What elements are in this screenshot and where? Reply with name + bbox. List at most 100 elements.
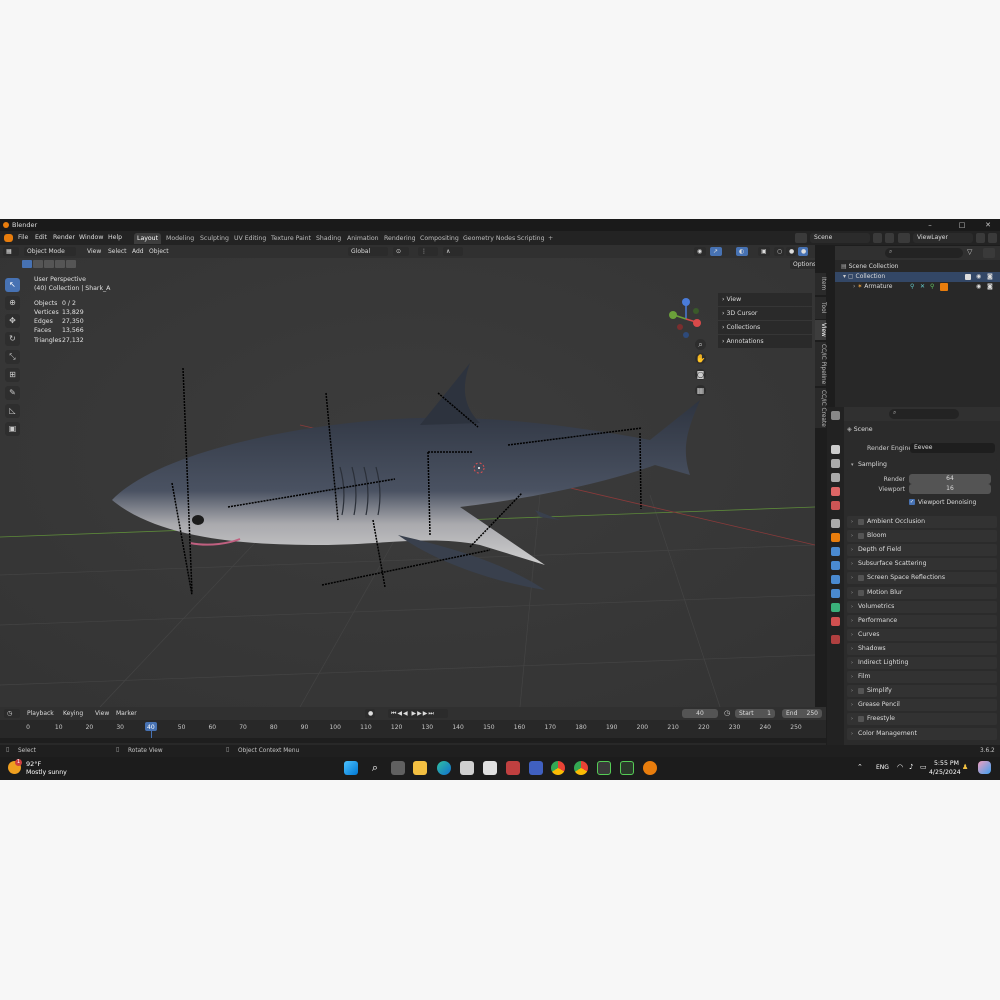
sidebar-item-3d-cursor[interactable]: › 3D Cursor <box>718 307 812 320</box>
overlay-toggle-icon[interactable]: ◐ <box>736 247 748 256</box>
tab-scripting[interactable]: Scripting <box>514 233 548 244</box>
notification-bell-icon[interactable]: ♟ <box>962 763 968 771</box>
tab-shading[interactable]: Shading <box>313 233 344 244</box>
select-new-icon[interactable] <box>22 260 32 268</box>
edge-browser-icon[interactable] <box>437 761 451 775</box>
start-windows-icon[interactable] <box>344 761 358 775</box>
panel-film[interactable]: › Film <box>847 671 997 684</box>
panel-simplify[interactable]: › Simplify <box>847 685 997 698</box>
volume-icon[interactable]: ♪ <box>909 763 913 771</box>
panel-freestyle[interactable]: › Freestyle <box>847 713 997 726</box>
language-indicator[interactable]: ENG <box>876 764 889 771</box>
panel-indirect-lighting[interactable]: › Indirect Lighting <box>847 657 997 669</box>
view-layer-icon[interactable] <box>898 233 910 243</box>
menu-help[interactable]: Help <box>108 234 122 241</box>
transform-orientation-dropdown[interactable]: Global <box>348 247 388 256</box>
xray-toggle-icon[interactable]: ▣ <box>758 247 770 256</box>
copilot-icon[interactable] <box>978 761 991 774</box>
panel-volumetrics[interactable]: › Volumetrics <box>847 600 997 613</box>
blender-menu-icon[interactable] <box>4 234 13 242</box>
select-invert-icon[interactable] <box>55 260 65 268</box>
object-mode-dropdown[interactable]: Object Mode <box>24 247 76 256</box>
render-tab-icon[interactable] <box>831 445 840 454</box>
measure-tool-icon[interactable]: ◺ <box>5 404 20 418</box>
exclude-checkbox-icon[interactable] <box>965 274 971 280</box>
close-button[interactable]: ✕ <box>978 220 998 230</box>
weather-temp[interactable]: 92°F <box>26 760 41 768</box>
clock-time[interactable]: 5:55 PM <box>934 760 959 767</box>
taskbar-app-icon-2[interactable] <box>506 761 520 775</box>
outliner-row-armature[interactable]: › ✶ Armature ⚲ ✕ ⚲ ◉ ◙ <box>835 282 1000 292</box>
tray-chevron-icon[interactable]: ⌃ <box>857 763 863 771</box>
modifier-icon[interactable] <box>940 283 948 291</box>
world-tab-icon[interactable] <box>831 501 840 510</box>
viewport-menu-object[interactable]: Object <box>146 247 172 256</box>
panel-screen-space-reflections[interactable]: › Screen Space Reflections <box>847 572 997 585</box>
panel-enable-checkbox[interactable] <box>858 575 864 582</box>
tab-view[interactable]: View <box>815 320 826 340</box>
zoom-icon[interactable]: ⌕ <box>695 339 706 350</box>
tab-modeling[interactable]: Modeling <box>163 233 197 244</box>
panel-shadows[interactable]: › Shadows <box>847 642 997 655</box>
menu-edit[interactable]: Edit <box>35 234 47 241</box>
timeline-scrollbar[interactable] <box>0 738 826 743</box>
tab-uv-editing[interactable]: UV Editing <box>231 233 269 244</box>
panel-depth-of-field[interactable]: › Depth of Field <box>847 544 997 557</box>
move-tool-icon[interactable]: ✥ <box>5 314 20 328</box>
rotate-tool-icon[interactable]: ↻ <box>5 332 20 346</box>
taskbar-app-icon-4[interactable] <box>597 761 611 775</box>
gizmo-toggle-icon[interactable]: ↗ <box>710 247 722 256</box>
options-dropdown[interactable]: Options <box>790 260 815 269</box>
add-workspace-button[interactable]: + <box>545 233 556 244</box>
chrome-icon[interactable] <box>551 761 565 775</box>
task-view-icon[interactable] <box>391 761 405 775</box>
outliner-row-collection[interactable]: ▾ ▢ Collection ◉ ◙ <box>835 272 1000 282</box>
maximize-button[interactable]: □ <box>952 220 972 230</box>
panel-performance[interactable]: › Performance <box>847 614 997 627</box>
viewport-menu-view[interactable]: View <box>84 247 104 256</box>
hide-eye-icon[interactable]: ◉ <box>976 272 981 282</box>
panel-curves[interactable]: › Curves <box>847 628 997 641</box>
taskbar-app-icon-5[interactable] <box>620 761 634 775</box>
shading-wireframe-icon[interactable]: ○ <box>774 247 784 256</box>
view-layer-field[interactable]: ViewLayer <box>913 233 973 243</box>
tab-item[interactable]: Item <box>815 273 826 295</box>
properties-search-input[interactable]: ⌕ <box>889 409 959 419</box>
physics-tab-icon[interactable] <box>831 575 840 584</box>
filter-icon[interactable]: ▽ <box>967 248 977 258</box>
armature-render-icon[interactable]: ◙ <box>987 282 993 292</box>
menu-window[interactable]: Window <box>79 234 103 241</box>
clock-date[interactable]: 4/25/2024 <box>929 769 961 776</box>
panel-bloom[interactable]: › Bloom <box>847 530 997 543</box>
material-tab-icon[interactable] <box>831 617 840 626</box>
viewport-samples-field[interactable]: 16 <box>909 484 991 494</box>
scale-tool-icon[interactable]: ⤡ <box>5 350 20 364</box>
tab-animation[interactable]: Animation <box>344 233 382 244</box>
new-scene-icon[interactable] <box>873 233 882 243</box>
pivot-point-icon[interactable]: ⊙ <box>393 247 409 256</box>
panel-enable-checkbox[interactable] <box>858 533 864 540</box>
tab-texture-paint[interactable]: Texture Paint <box>268 233 314 244</box>
select-subtract-icon[interactable] <box>44 260 54 268</box>
tab-tool[interactable]: Tool <box>815 297 826 319</box>
blender-taskbar-icon[interactable] <box>643 761 657 775</box>
weather-desc[interactable]: Mostly sunny <box>26 769 67 776</box>
tab-compositing[interactable]: Compositing <box>417 233 462 244</box>
outliner-search-input[interactable]: ⌕ <box>885 248 963 258</box>
mesh-icon[interactable]: ⚲ <box>930 282 934 292</box>
tab-geometry-nodes[interactable]: Geometry Nodes <box>460 233 518 244</box>
tab-rendering[interactable]: Rendering <box>381 233 419 244</box>
scene-field[interactable]: Scene <box>810 233 870 243</box>
chrome-profile-icon[interactable] <box>574 761 588 775</box>
wifi-icon[interactable]: ◠ <box>897 763 903 771</box>
viewport-menu-add[interactable]: Add <box>129 247 147 256</box>
tab-cc-pipeline[interactable]: CC/iC Pipeline <box>815 342 826 386</box>
armature-hide-eye-icon[interactable]: ◉ <box>976 282 981 292</box>
sidebar-item-view[interactable]: › View <box>718 293 812 306</box>
view-layer-tab-icon[interactable] <box>831 473 840 482</box>
sidebar-item-collections[interactable]: › Collections <box>718 321 812 334</box>
tool-tab-icon[interactable] <box>831 411 840 420</box>
panel-enable-checkbox[interactable] <box>858 519 864 525</box>
panel-color-management[interactable]: › Color Management <box>847 727 997 740</box>
data-tab-icon[interactable] <box>831 603 840 612</box>
